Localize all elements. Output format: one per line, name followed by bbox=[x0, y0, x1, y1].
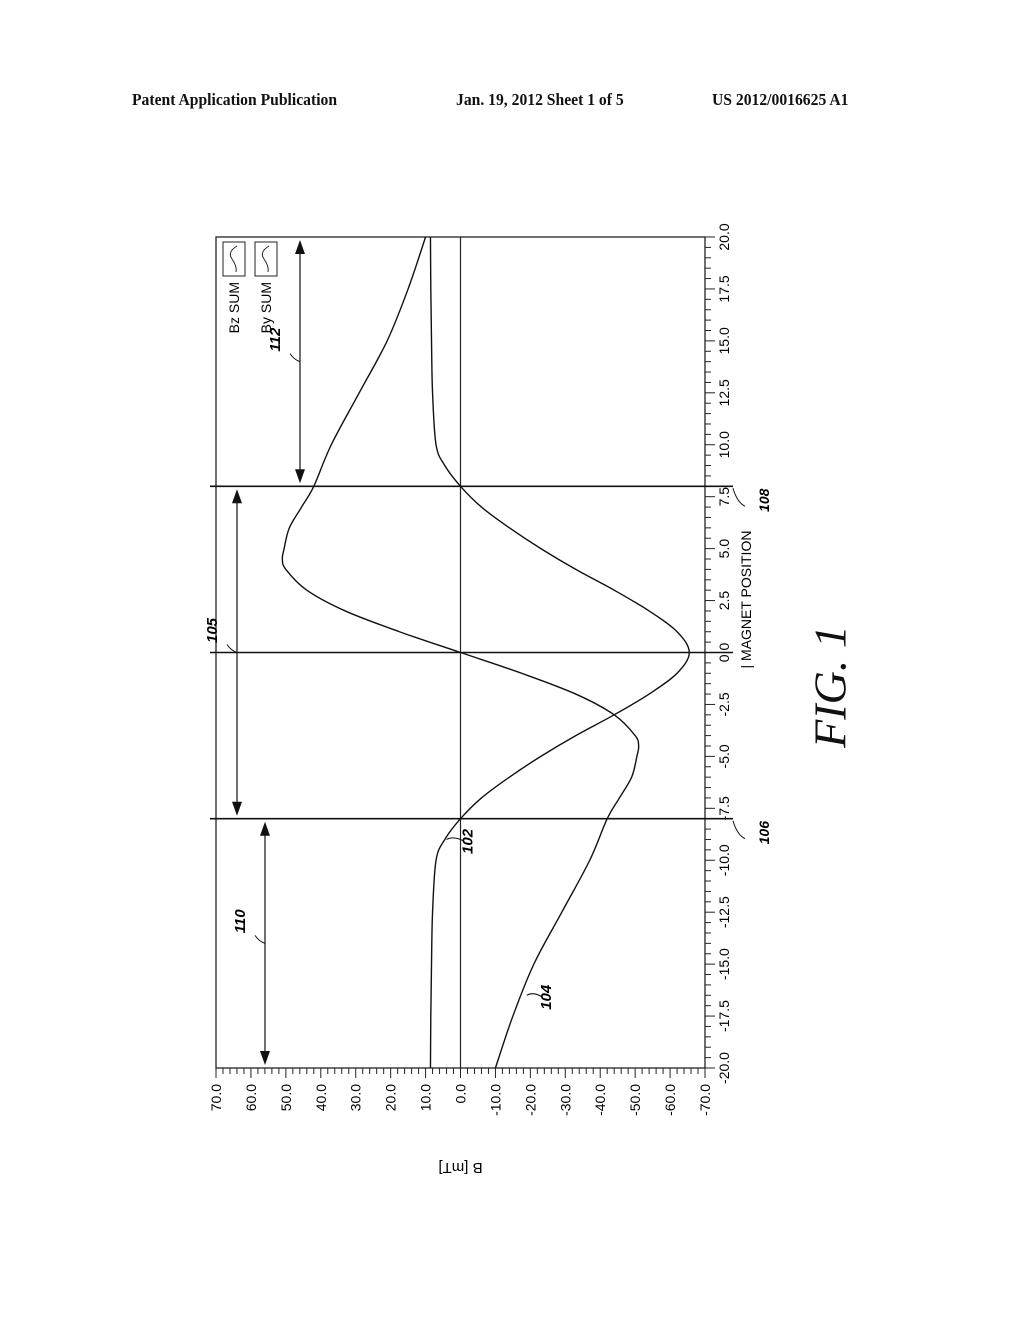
y-tick-label: -70.0 bbox=[697, 1084, 713, 1116]
x-tick-label: 5.0 bbox=[716, 539, 732, 559]
range-leader bbox=[289, 353, 301, 363]
x-axis-label: | MAGNET POSITION bbox=[738, 531, 754, 669]
x-tick-label: 2.5 bbox=[716, 591, 732, 611]
range-arrowhead-up bbox=[260, 821, 270, 836]
y-tick-label: 60.0 bbox=[243, 1084, 259, 1111]
x-tick-label: -17.5 bbox=[716, 1000, 732, 1032]
marker-ref-label: 106 bbox=[756, 821, 772, 845]
legend-swatch bbox=[254, 241, 278, 277]
range-arrowhead-down bbox=[260, 1051, 270, 1065]
marker-leader bbox=[732, 820, 746, 840]
legend: Bz SUM By SUM bbox=[222, 241, 278, 333]
y-tick-label: -10.0 bbox=[487, 1084, 503, 1116]
range-ref-label: 105 bbox=[204, 617, 221, 643]
labels: 102 104 bbox=[446, 828, 555, 1010]
y-tick-label: 50.0 bbox=[278, 1084, 294, 1111]
figure-chart: -20.0 -17.5 -15.0 -12.5 -10.0 -7.5 -5.0 -2.5 0.0… bbox=[204, 223, 772, 1176]
legend-label: By SUM bbox=[258, 282, 274, 333]
x-tick-label: -10.0 bbox=[716, 844, 732, 876]
y-tick-label: -40.0 bbox=[592, 1084, 608, 1116]
x-tick-label: -20.0 bbox=[716, 1052, 732, 1084]
range-ref-label: 110 bbox=[232, 909, 249, 934]
x-tick-label: 12.5 bbox=[716, 379, 732, 406]
axes: -20.0 -17.5 -15.0 -12.5 -10.0 -7.5 -5.0 -2.5 0.0… bbox=[208, 223, 754, 1176]
x-tick-label: -12.5 bbox=[716, 896, 732, 928]
y-tick-label: 70.0 bbox=[208, 1084, 224, 1111]
y-tick-label: 30.0 bbox=[348, 1084, 364, 1111]
range-arrowhead-up bbox=[232, 489, 242, 504]
x-tick-label: 10.0 bbox=[716, 431, 732, 458]
range-arrowhead-up bbox=[295, 240, 305, 254]
y-tick-label: -60.0 bbox=[662, 1084, 678, 1116]
series-ref-label: 102 bbox=[460, 828, 477, 854]
x-tick-label: 17.5 bbox=[716, 275, 732, 302]
range-arrowhead-down bbox=[295, 469, 305, 484]
legend-label: Bz SUM bbox=[226, 282, 242, 333]
y-tick-label: -30.0 bbox=[557, 1084, 573, 1116]
x-tick-label: 15.0 bbox=[716, 327, 732, 354]
marker-ref-label: 108 bbox=[756, 488, 772, 512]
x-tick-label: 7.5 bbox=[716, 487, 732, 507]
y-tick-label: -50.0 bbox=[627, 1084, 643, 1116]
y-tick-label: 20.0 bbox=[383, 1084, 399, 1111]
x-tick-label: -5.0 bbox=[716, 744, 732, 768]
x-tick-label: -2.5 bbox=[716, 692, 732, 716]
x-tick-label: -15.0 bbox=[716, 948, 732, 980]
marker-leader bbox=[732, 488, 746, 507]
range-leader bbox=[226, 644, 238, 653]
y-tick-label: -20.0 bbox=[522, 1084, 538, 1116]
y-axis-label: B [mT] bbox=[438, 1159, 482, 1176]
range-leader bbox=[254, 935, 266, 944]
figure-label: FIG. 1 bbox=[804, 625, 856, 748]
series-ref-label: 104 bbox=[538, 984, 555, 1010]
y-tick-label: 40.0 bbox=[313, 1084, 329, 1111]
y-tick-label: 10.0 bbox=[418, 1084, 434, 1111]
x-tick-label: 20.0 bbox=[716, 223, 732, 250]
legend-swatch bbox=[222, 241, 246, 277]
x-tick-label: -7.5 bbox=[716, 796, 732, 820]
y-tick-label: 0.0 bbox=[453, 1084, 469, 1104]
range-arrowhead-down bbox=[232, 801, 242, 816]
